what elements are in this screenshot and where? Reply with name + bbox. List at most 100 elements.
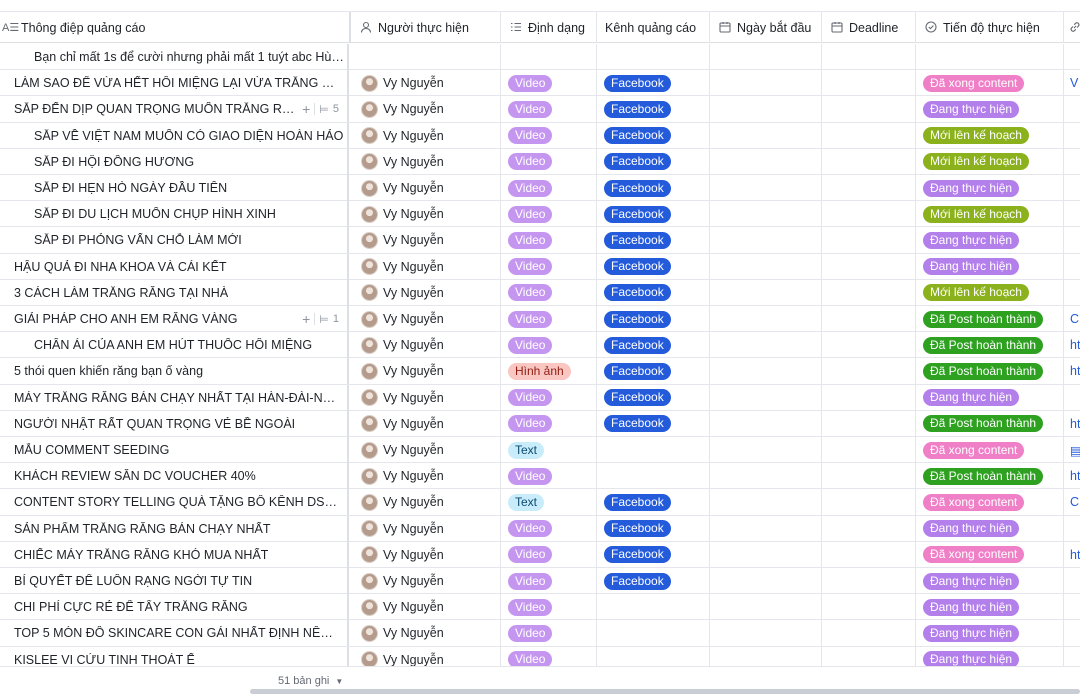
cell-deadline[interactable] [822,358,916,385]
cell-extra[interactable]: V [1064,70,1080,96]
cell-format[interactable]: Text [501,489,597,516]
cell-start-date[interactable] [710,227,822,254]
cell-format[interactable]: Video [501,201,597,228]
cell-title[interactable]: BÍ QUYẾT ĐỂ LUÔN RẠNG NGỜI TỰ TIN [0,568,349,594]
table-row[interactable]: SẮP ĐI DU LỊCH MUỐN CHỤP HÌNH XINH Vy Ngu… [0,201,1080,228]
cell-channel[interactable]: Facebook [597,541,710,568]
cell-progress[interactable]: Mới lên kế hoạch [916,122,1064,149]
cell-start-date[interactable] [710,148,822,175]
cell-start-date[interactable] [710,70,822,97]
cell-title[interactable]: TOP 5 MÓN ĐỒ SKINCARE CON GÁI NHẤT ĐỊNH … [0,620,349,647]
cell-channel[interactable]: Facebook [597,489,710,516]
cell-person[interactable]: Vy Nguyễn [351,332,501,359]
cell-progress[interactable]: Mới lên kế hoạch [916,148,1064,175]
cell-extra[interactable]: C [1064,306,1080,332]
cell-title[interactable]: SẢN PHẨM TRẮNG RĂNG BÁN CHẠY NHẤT [0,515,349,542]
table-row[interactable]: TOP 5 MÓN ĐỒ SKINCARE CON GÁI NHẤT ĐỊNH … [0,620,1080,647]
header-channel[interactable]: Kênh quảng cáo [597,12,710,43]
cell-progress[interactable]: Đang thực hiện [916,515,1064,542]
cell-person[interactable]: Vy Nguyễn [351,437,501,463]
cell-progress[interactable]: Mới lên kế hoạch [916,201,1064,228]
cell-person[interactable]: Vy Nguyễn [351,96,501,123]
cell-deadline[interactable] [822,541,916,568]
cell-extra[interactable]: ht [1064,332,1080,358]
cell-extra[interactable]: ht [1064,411,1080,437]
cell-title[interactable]: LÀM SAO ĐỂ VỪA HẾT HÔI MIỆNG LẠI VỪA TRẮ… [0,70,349,97]
table-row[interactable]: SẮP ĐI HỘI ĐỒNG HƯƠNG Vy Nguyễn Video Faceb… [0,148,1080,175]
cell-start-date[interactable] [710,489,822,516]
header-progress[interactable]: Tiến độ thực hiện [916,12,1064,43]
cell-extra[interactable]: ht [1064,358,1080,384]
cell-format[interactable] [501,44,597,70]
cell-progress[interactable]: Đang thực hiện [916,96,1064,123]
plus-icon[interactable]: + [302,101,310,117]
cell-format[interactable]: Video [501,332,597,359]
cell-format[interactable]: Video [501,122,597,149]
cell-channel[interactable] [597,620,710,647]
table-row[interactable]: MÁY TRẮNG RĂNG BÁN CHẠY NHẤT TẠI HÀN-ĐÀI… [0,384,1080,411]
cell-extra[interactable] [1064,149,1080,175]
cell-format[interactable]: Video [501,410,597,437]
cell-format[interactable]: Video [501,620,597,647]
cell-start-date[interactable] [710,568,822,594]
cell-start-date[interactable] [710,96,822,123]
cell-title[interactable]: 3 CÁCH LÀM TRẮNG RĂNG TẠI NHÀ [0,279,349,306]
cell-deadline[interactable] [822,332,916,359]
cell-extra[interactable]: ht [1064,463,1080,489]
cell-channel[interactable]: Facebook [597,332,710,359]
cell-progress[interactable]: Đã Post hoàn thành [916,463,1064,490]
table-row[interactable]: SẮP ĐI HẸN HÒ NGÀY ĐẦU TIÊN Vy Nguyễn Vide… [0,175,1080,202]
record-count[interactable]: 51 bản ghi ▼ [278,675,343,687]
cell-deadline[interactable] [822,96,916,123]
cell-extra[interactable] [1064,385,1080,411]
cell-extra[interactable] [1064,516,1080,542]
cell-start-date[interactable] [710,306,822,332]
subrecord-controls[interactable]: + ⊨ 1 [302,311,339,327]
cell-progress[interactable]: Đã xong content [916,489,1064,516]
cell-channel[interactable]: Facebook [597,410,710,437]
cell-deadline[interactable] [822,384,916,411]
cell-deadline[interactable] [822,515,916,542]
plus-icon[interactable]: + [302,311,310,327]
cell-channel[interactable]: Facebook [597,279,710,306]
cell-extra[interactable] [1064,254,1080,280]
cell-deadline[interactable] [822,489,916,516]
header-extra[interactable] [1064,12,1080,43]
cell-channel[interactable]: Facebook [597,227,710,254]
header-format[interactable]: Định dạng [501,12,597,43]
cell-start-date[interactable] [710,384,822,411]
cell-progress[interactable]: Đã xong content [916,437,1064,463]
cell-person[interactable]: Vy Nguyễn [351,620,501,647]
cell-title[interactable]: CONTENT STORY TELLING QUÀ TẶNG BÔ KÊNH D… [0,489,349,516]
cell-format[interactable]: Video [501,96,597,123]
cell-start-date[interactable] [710,541,822,568]
cell-extra[interactable] [1064,280,1080,306]
cell-title[interactable]: KHÁCH REVIEW SĂN DC VOUCHER 40% [0,463,349,490]
cell-title[interactable]: SẮP ĐẾN DỊP QUAN TRỌNG MUỐN TRẮNG RĂNG N… [0,96,349,123]
cell-person[interactable]: Vy Nguyễn [351,148,501,175]
table-row[interactable]: Bạn chỉ mất 1s để cười nhưng phải mất 1 … [0,44,1080,71]
cell-start-date[interactable] [710,594,822,621]
cell-person[interactable]: Vy Nguyễn [351,384,501,411]
table-row[interactable]: HẬU QUẢ ĐI NHA KHOA VÀ CÁI KẾT Vy Nguyễn V… [0,253,1080,280]
cell-channel[interactable]: Facebook [597,70,710,97]
cell-title[interactable]: SẮP ĐI PHỎNG VẤN CHỖ LÀM MỚI [0,227,349,254]
cell-channel[interactable]: Facebook [597,148,710,175]
cell-progress[interactable]: Đã xong content [916,70,1064,97]
cell-deadline[interactable] [822,568,916,594]
table-row[interactable]: MẪU COMMENT SEEDING Vy Nguyễn Text Đã xong … [0,437,1080,464]
table-row[interactable]: GIẢI PHÁP CHO ANH EM RĂNG VÀNG + ⊨ 1 Vy Nguy… [0,306,1080,333]
cell-person[interactable]: Vy Nguyễn [351,515,501,542]
cell-title[interactable]: 5 thói quen khiến răng bạn ố vàng [0,358,349,385]
cell-progress[interactable]: Đã Post hoàn thành [916,332,1064,359]
table-row[interactable]: CHÂN ÁI CỦA ANH EM HÚT THUỐC HÔI MIỆNG Vy… [0,332,1080,359]
table-row[interactable]: LÀM SAO ĐỂ VỪA HẾT HÔI MIỆNG LẠI VỪA TRẮ… [0,70,1080,97]
horizontal-scrollbar[interactable] [250,689,1080,694]
cell-title[interactable]: SẮP ĐI DU LỊCH MUỐN CHỤP HÌNH XINH [0,201,349,228]
cell-deadline[interactable] [822,594,916,621]
cell-start-date[interactable] [710,332,822,359]
cell-start-date[interactable] [710,515,822,542]
cell-title[interactable]: CHI PHÍ CỰC RẺ ĐỂ TẨY TRẮNG RĂNG [0,594,349,621]
cell-channel[interactable] [597,437,710,463]
cell-extra[interactable]: C [1064,489,1080,515]
